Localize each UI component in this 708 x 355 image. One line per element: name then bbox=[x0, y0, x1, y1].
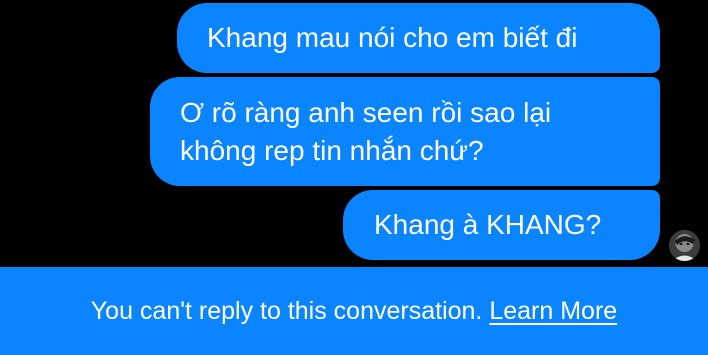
message-thread: Khang mau nói cho em biết đi Ơ rõ ràng a… bbox=[0, 0, 708, 267]
learn-more-link[interactable]: Learn More bbox=[489, 297, 617, 326]
seen-avatar-icon bbox=[669, 230, 700, 261]
cannot-reply-banner: You can't reply to this conversation. Le… bbox=[0, 267, 708, 355]
cannot-reply-notice: You can't reply to this conversation. bbox=[90, 296, 483, 325]
message-bubble[interactable]: Ơ rõ ràng anh seen rồi sao lại không rep… bbox=[150, 77, 660, 186]
message-bubble[interactable]: Khang à KHANG? bbox=[343, 190, 660, 260]
message-bubble[interactable]: Khang mau nói cho em biết đi bbox=[177, 3, 660, 73]
